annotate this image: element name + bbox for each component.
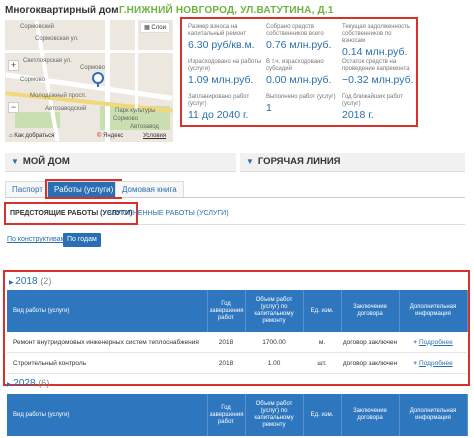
- tab-house-book[interactable]: Домовая книга: [115, 181, 184, 197]
- work-contract: договор заключен: [341, 352, 399, 374]
- col-header: Дополнительная информация: [399, 394, 468, 436]
- filter-by-year-button[interactable]: По годам: [63, 233, 101, 247]
- work-year: 2018: [207, 332, 245, 353]
- map-road: [135, 20, 138, 110]
- map-label: Сормовский: [20, 24, 54, 30]
- tab-works[interactable]: Работы (услуги): [44, 179, 123, 199]
- section-my-home[interactable]: ▼ МОЙ ДОМ: [5, 153, 236, 172]
- work-year: 2018: [207, 352, 245, 374]
- stat-item: Размер взноса на капитальный ремонт 6.30 …: [188, 24, 255, 51]
- table-header-row: Вид работы (услуги) Год завершения работ…: [7, 290, 468, 332]
- zoom-in-button[interactable]: +: [8, 60, 19, 71]
- stat-item: Текущая задолженность собственников по в…: [342, 24, 411, 58]
- details-link[interactable]: + Подробнее: [399, 332, 467, 353]
- map-label: Сормовская ул.: [35, 36, 79, 42]
- col-header: Вид работы (услуги): [7, 394, 208, 436]
- map-road: [105, 20, 110, 142]
- main-tabs: Паспорт Работы (услуги) Домовая книга: [5, 179, 465, 199]
- col-header: Заключение договора: [341, 290, 400, 332]
- map-label: Молодёжный просп.: [30, 93, 87, 99]
- filter-by-construct[interactable]: По конструктивам: [7, 236, 65, 243]
- year-toggle-2028[interactable]: ▶ 2028 (6): [7, 378, 49, 389]
- works-table-2018: Вид работы (услуги) Год завершения работ…: [7, 290, 468, 374]
- map-label: Сормово: [113, 116, 138, 122]
- stat-item: В т.ч. израсходовано субсидий 0.00 млн.ру…: [266, 59, 332, 86]
- col-header: Год завершения работ: [207, 290, 246, 332]
- route-link[interactable]: ⌂ Как добраться: [9, 133, 54, 139]
- map-layers-button[interactable]: ▦ Слои: [140, 22, 170, 33]
- stat-item: Израсходовано на работы (услуги) 1.09 млн…: [188, 59, 262, 86]
- stat-item: Запланировано работ (услуг) 11 до 2040 г.: [188, 94, 250, 121]
- stat-item: Выполнено работ (услуг) 1: [266, 94, 336, 114]
- col-header: Объем работ (услуг) по капитальному ремо…: [245, 394, 304, 436]
- work-name: Ремонт внутридомовых инженерных систем т…: [7, 332, 207, 353]
- col-header: Год завершения работ: [207, 394, 246, 436]
- col-header: Дополнительная информация: [399, 290, 468, 332]
- map-terms-link[interactable]: Условия: [143, 133, 166, 139]
- work-name: Строительный контроль: [7, 352, 207, 374]
- table-row: Строительный контроль 2018 1.00 шт. дого…: [7, 352, 467, 374]
- work-volume: 1700.00: [245, 332, 303, 353]
- col-header: Вид работы (услуги): [7, 290, 208, 332]
- table-header-row: Вид работы (услуги) Год завершения работ…: [7, 394, 468, 436]
- yandex-logo: © Яндекс: [97, 133, 124, 139]
- stat-item: Собрано средств собственников всего 0.76 …: [266, 24, 332, 51]
- col-header: Заключение договора: [341, 394, 400, 436]
- page-title: Многоквартирный дом: [5, 5, 119, 16]
- work-volume: 1.00: [245, 352, 303, 374]
- map-road: [5, 50, 173, 53]
- map-label: Светлоярская ул.: [23, 58, 72, 64]
- work-unit: шт.: [303, 352, 341, 374]
- stat-item: Остаток средств на проведение капремонта…: [342, 59, 414, 86]
- year-group-2018: ▶ 2018 (2) Вид работы (услуги) Год завер…: [3, 270, 470, 386]
- work-contract: договор заключен: [341, 332, 399, 353]
- triangle-down-icon: ▼: [11, 157, 19, 166]
- zoom-out-button[interactable]: −: [8, 102, 19, 113]
- work-unit: м.: [303, 332, 341, 353]
- house-stats-panel: Размер взноса на капитальный ремонт 6.30 …: [180, 17, 418, 127]
- subtab-completed[interactable]: ВЫПОЛНЕННЫЕ РАБОТЫ (УСЛУГИ): [103, 204, 233, 223]
- col-header: Объем работ (услуг) по капитальному ремо…: [245, 290, 304, 332]
- col-header: Ед. изм.: [303, 394, 342, 436]
- map-label: Автозаводский: [45, 106, 87, 112]
- location-pin-icon[interactable]: [92, 72, 104, 87]
- plus-icon: +: [413, 359, 418, 367]
- stat-item: Год ближайших работ (услуг) 2018 г.: [342, 94, 403, 121]
- map-label: Сормово: [80, 65, 105, 71]
- col-header: Ед. изм.: [303, 290, 342, 332]
- works-table-2028: Вид работы (услуги) Год завершения работ…: [7, 394, 468, 436]
- map-label: Парк культуры: [115, 108, 156, 114]
- section-hotline[interactable]: ▼ ГОРЯЧАЯ ЛИНИЯ: [240, 153, 465, 172]
- map-label: Сормово: [20, 77, 45, 83]
- tab-passport[interactable]: Паспорт: [5, 181, 50, 197]
- plus-icon: +: [413, 338, 418, 346]
- map[interactable]: Сормовский Сормовская ул. Светлоярская у…: [5, 20, 173, 142]
- house-address: г.Нижний Новгород, ул.Ватутина, д.1: [119, 5, 334, 16]
- year-toggle-2018[interactable]: ▶ 2018 (2): [9, 276, 51, 287]
- triangle-down-icon: ▼: [246, 157, 254, 166]
- details-link[interactable]: + Подробнее: [399, 352, 467, 374]
- works-subtabs: ПРЕДСТОЯЩИЕ РАБОТЫ (УСЛУГИ) ВЫПОЛНЕННЫЕ …: [3, 202, 465, 225]
- table-row: Ремонт внутридомовых инженерных систем т…: [7, 332, 467, 353]
- map-label: Автозавод: [130, 124, 159, 130]
